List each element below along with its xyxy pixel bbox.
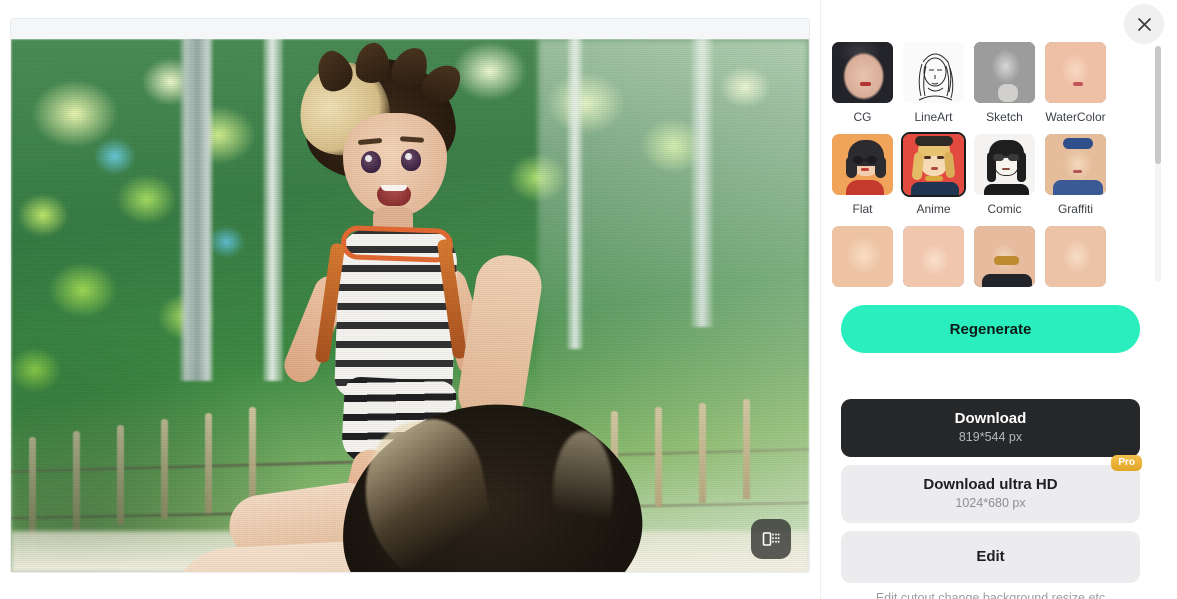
style-option-row3-3[interactable] [972,224,1037,288]
style-option-flat[interactable]: Flat [830,132,895,216]
style-thumbnail [830,132,895,197]
style-option-anime[interactable]: Anime [901,132,966,216]
scrollbar-thumb[interactable] [1155,46,1161,164]
style-thumbnail [972,224,1037,288]
style-thumbnail [1043,224,1108,288]
style-thumbnail [972,132,1037,197]
style-label: CG [853,110,872,124]
style-thumbnail [830,224,895,288]
fence-picket [743,399,750,499]
child-mouth [377,185,411,206]
download-size: 819*544 px [958,430,1023,444]
download-hd-size: 1024*680 px [955,496,1026,510]
fence-picket [655,407,662,507]
fence-picket [699,403,706,503]
edit-title: Edit [976,548,1005,565]
style-label: Flat [852,202,873,216]
style-label: WaterColor [1045,110,1106,124]
style-thumbnail [1043,40,1108,105]
lineart-portrait-thumbnail-icon [903,42,964,103]
style-label: Comic [987,202,1022,216]
edit-button[interactable]: Edit [841,531,1140,583]
style-label: Graffiti [1057,202,1094,216]
adult-figure [168,250,652,572]
action-button-stack: Download 819*544 px Pro Download ultra H… [841,399,1142,599]
child-eye [361,151,381,173]
image-preview-frame [10,18,810,573]
style-option-row3-4[interactable] [1043,224,1108,288]
download-hd-title: Download ultra HD [923,476,1058,493]
compare-split-view-icon [762,532,780,546]
style-option-comic[interactable]: Comic [972,132,1037,216]
style-option-row3-1[interactable] [830,224,895,288]
style-thumbnail-selected [901,132,966,197]
illustration [11,39,809,572]
download-button[interactable]: Download 819*544 px [841,399,1140,457]
style-thumbnail [1043,132,1108,197]
style-list-scroll-area[interactable]: CG LineArt Sketch WaterColor Flat Anime … [829,40,1134,288]
generated-image [11,39,809,572]
style-option-watercolor[interactable]: WaterColor [1043,40,1108,124]
child-eye [401,149,421,171]
style-grid: CG LineArt Sketch WaterColor Flat Anime … [829,40,1134,288]
portrait-thumbnail-icon [832,226,893,287]
pole [179,39,213,381]
style-list-scrollbar[interactable] [1155,46,1161,282]
style-option-cg[interactable]: CG [830,40,895,124]
style-thumbnail [972,40,1037,105]
regenerate-button[interactable]: Regenerate [841,305,1140,353]
app-root: CG LineArt Sketch WaterColor Flat Anime … [0,0,1177,599]
close-icon [1137,17,1151,31]
style-label: Sketch [986,110,1023,124]
compare-toggle-button[interactable] [751,519,791,559]
pro-badge: Pro [1111,455,1142,471]
portrait-thumbnail-icon [903,226,964,287]
style-option-row3-2[interactable] [901,224,966,288]
style-option-graffiti[interactable]: Graffiti [1043,132,1108,216]
watercolor-portrait-thumbnail-icon [1045,42,1106,103]
cg-portrait-thumbnail-icon [832,42,893,103]
portrait-thumbnail-icon [1045,226,1106,287]
style-label: LineArt [914,110,953,124]
preview-pane [0,0,820,599]
adult-hair-highlight [553,431,613,551]
style-option-lineart[interactable]: LineArt [901,40,966,124]
style-thumbnail [830,40,895,105]
style-thumbnail [901,40,966,105]
style-option-sketch[interactable]: Sketch [972,40,1037,124]
download-title: Download [954,410,1027,427]
style-thumbnail [901,224,966,288]
edit-hint-text: Edit cutout,change background,resize,etc [875,591,1106,599]
close-button[interactable] [1124,4,1164,44]
sidebar: CG LineArt Sketch WaterColor Flat Anime … [820,0,1177,599]
download-ultra-hd-button[interactable]: Pro Download ultra HD 1024*680 px [841,455,1142,523]
style-label: Anime [916,202,951,216]
